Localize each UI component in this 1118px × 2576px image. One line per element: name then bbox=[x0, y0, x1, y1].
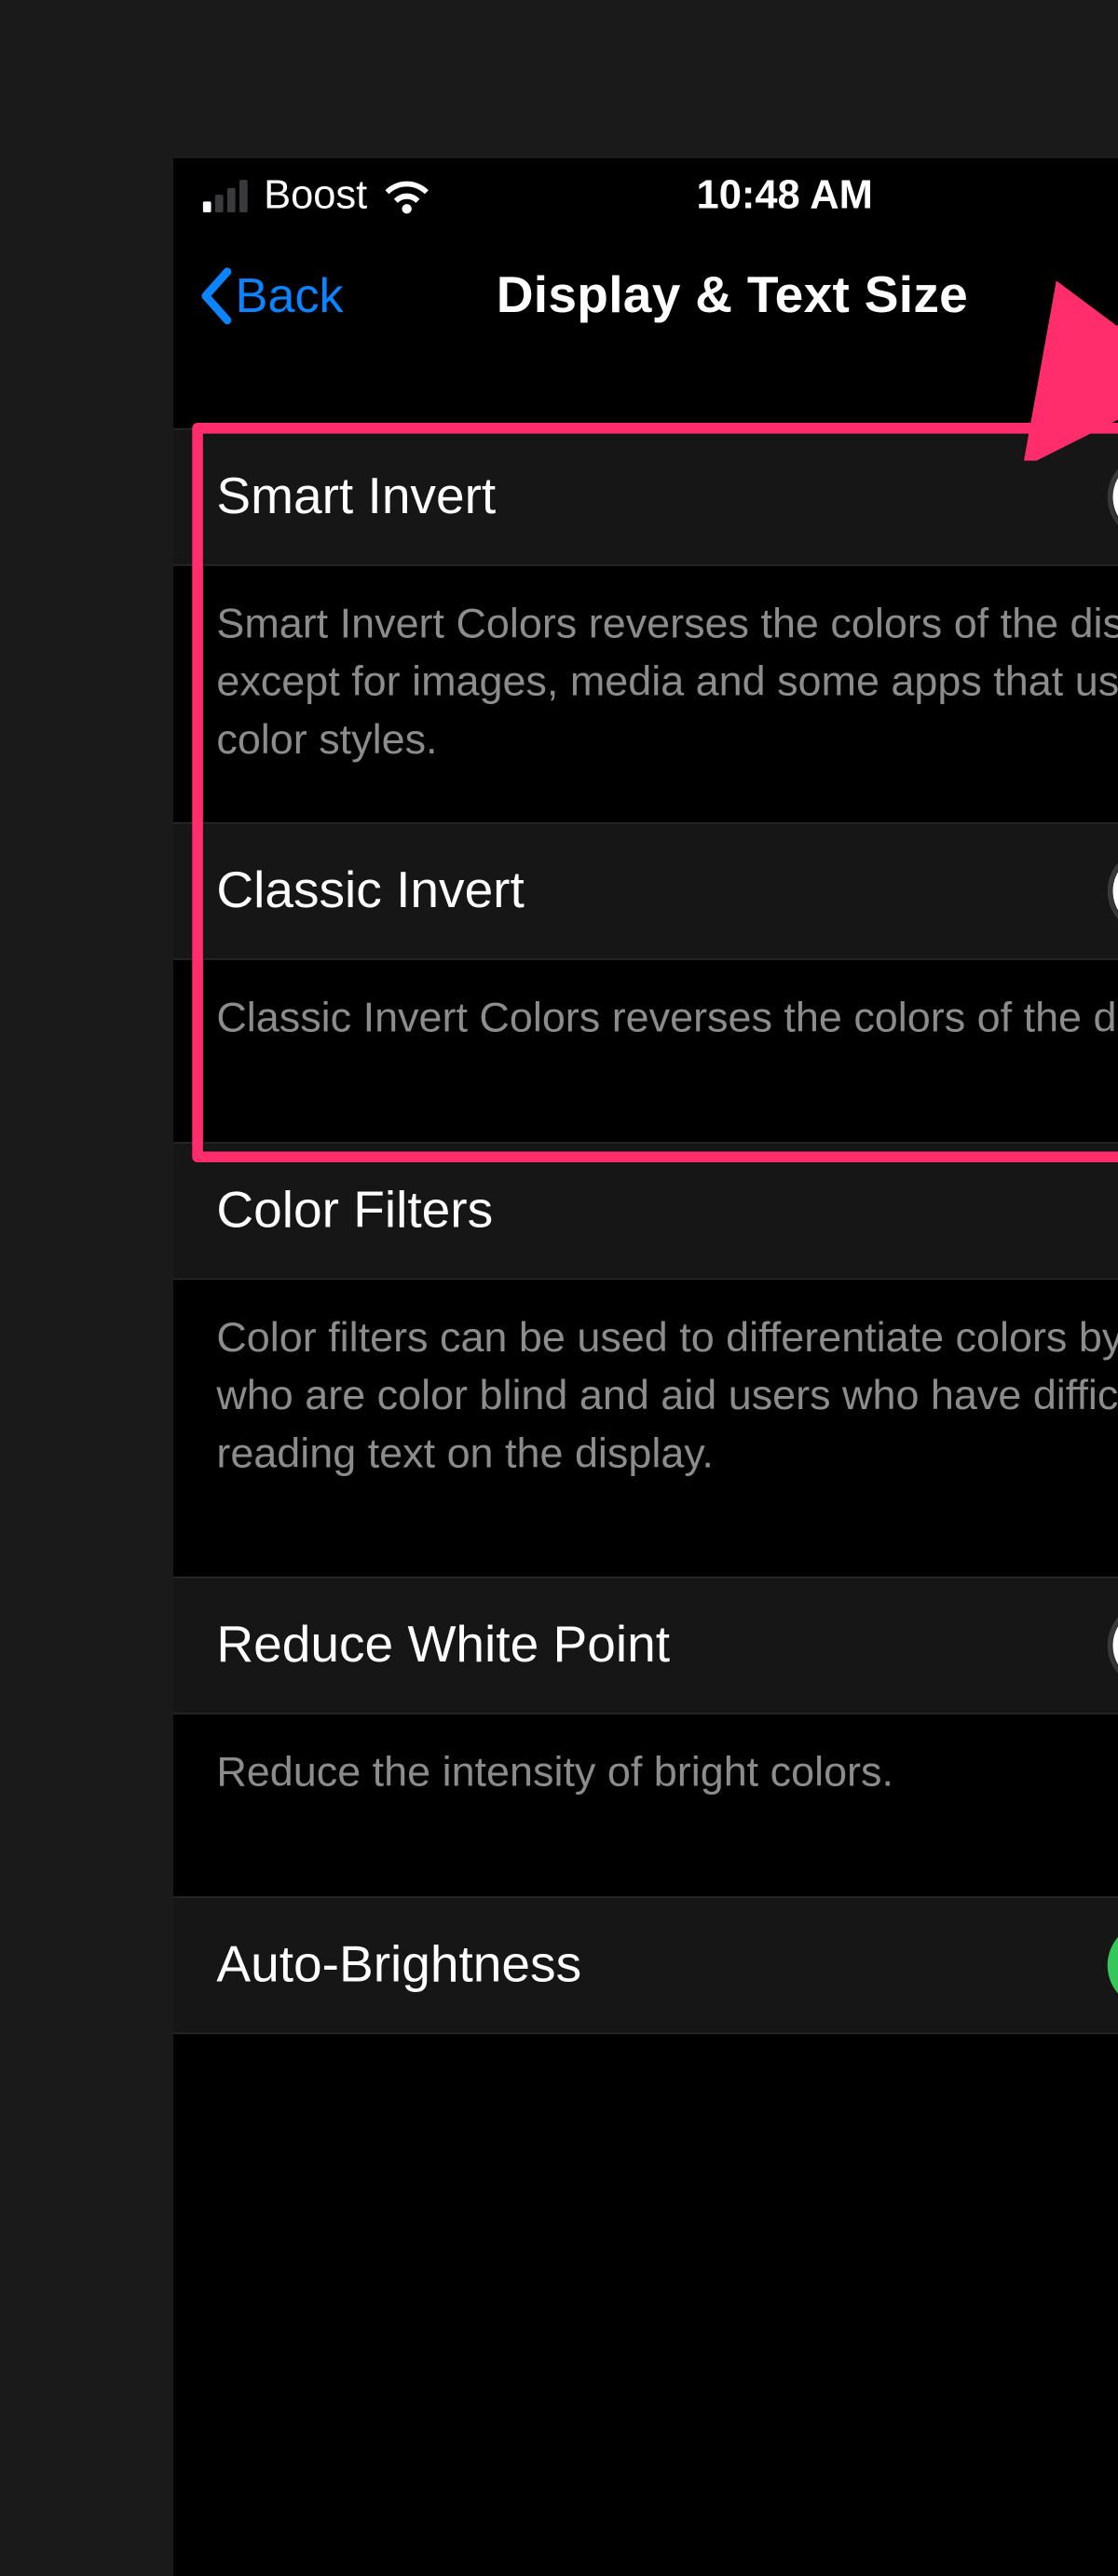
row-auto-brightness[interactable]: Auto-Brightness bbox=[173, 1896, 1118, 2034]
back-label: Back bbox=[236, 267, 344, 324]
smart-invert-description: Smart Invert Colors reverses the colors … bbox=[173, 565, 1118, 822]
phone-frame: Boost 10:48 AM Back Display & Text Size … bbox=[173, 158, 1118, 2576]
reduce-white-point-toggle[interactable] bbox=[1108, 1602, 1118, 1688]
classic-invert-description: Classic Invert Colors reverses the color… bbox=[173, 960, 1118, 1102]
auto-brightness-label: Auto-Brightness bbox=[216, 1936, 581, 1994]
back-button[interactable]: Back bbox=[184, 234, 358, 358]
classic-invert-toggle[interactable] bbox=[1108, 847, 1118, 934]
reduce-white-point-label: Reduce White Point bbox=[216, 1617, 670, 1674]
smart-invert-toggle[interactable] bbox=[1108, 454, 1118, 540]
carrier-label: Boost bbox=[264, 172, 367, 218]
color-filters-label: Color Filters bbox=[216, 1182, 493, 1240]
classic-invert-label: Classic Invert bbox=[216, 862, 524, 920]
row-smart-invert[interactable]: Smart Invert bbox=[173, 427, 1118, 565]
page-title: Display & Text Size bbox=[497, 266, 968, 324]
nav-bar: Back Display & Text Size bbox=[173, 234, 1118, 358]
row-reduce-white-point[interactable]: Reduce White Point bbox=[173, 1577, 1118, 1715]
row-color-filters[interactable]: Color Filters Off bbox=[173, 1142, 1118, 1280]
clock-label: 10:48 AM bbox=[697, 172, 873, 218]
reduce-white-point-description: Reduce the intensity of bright colors. bbox=[173, 1715, 1118, 1856]
wifi-icon bbox=[384, 178, 429, 213]
auto-brightness-toggle[interactable] bbox=[1108, 1922, 1118, 2009]
chevron-left-icon bbox=[198, 265, 236, 325]
row-classic-invert[interactable]: Classic Invert bbox=[173, 822, 1118, 960]
smart-invert-label: Smart Invert bbox=[216, 468, 496, 525]
color-filters-description: Color filters can be used to differentia… bbox=[173, 1280, 1118, 1537]
cell-signal-icon bbox=[203, 180, 248, 212]
status-bar: Boost 10:48 AM bbox=[173, 158, 1118, 234]
